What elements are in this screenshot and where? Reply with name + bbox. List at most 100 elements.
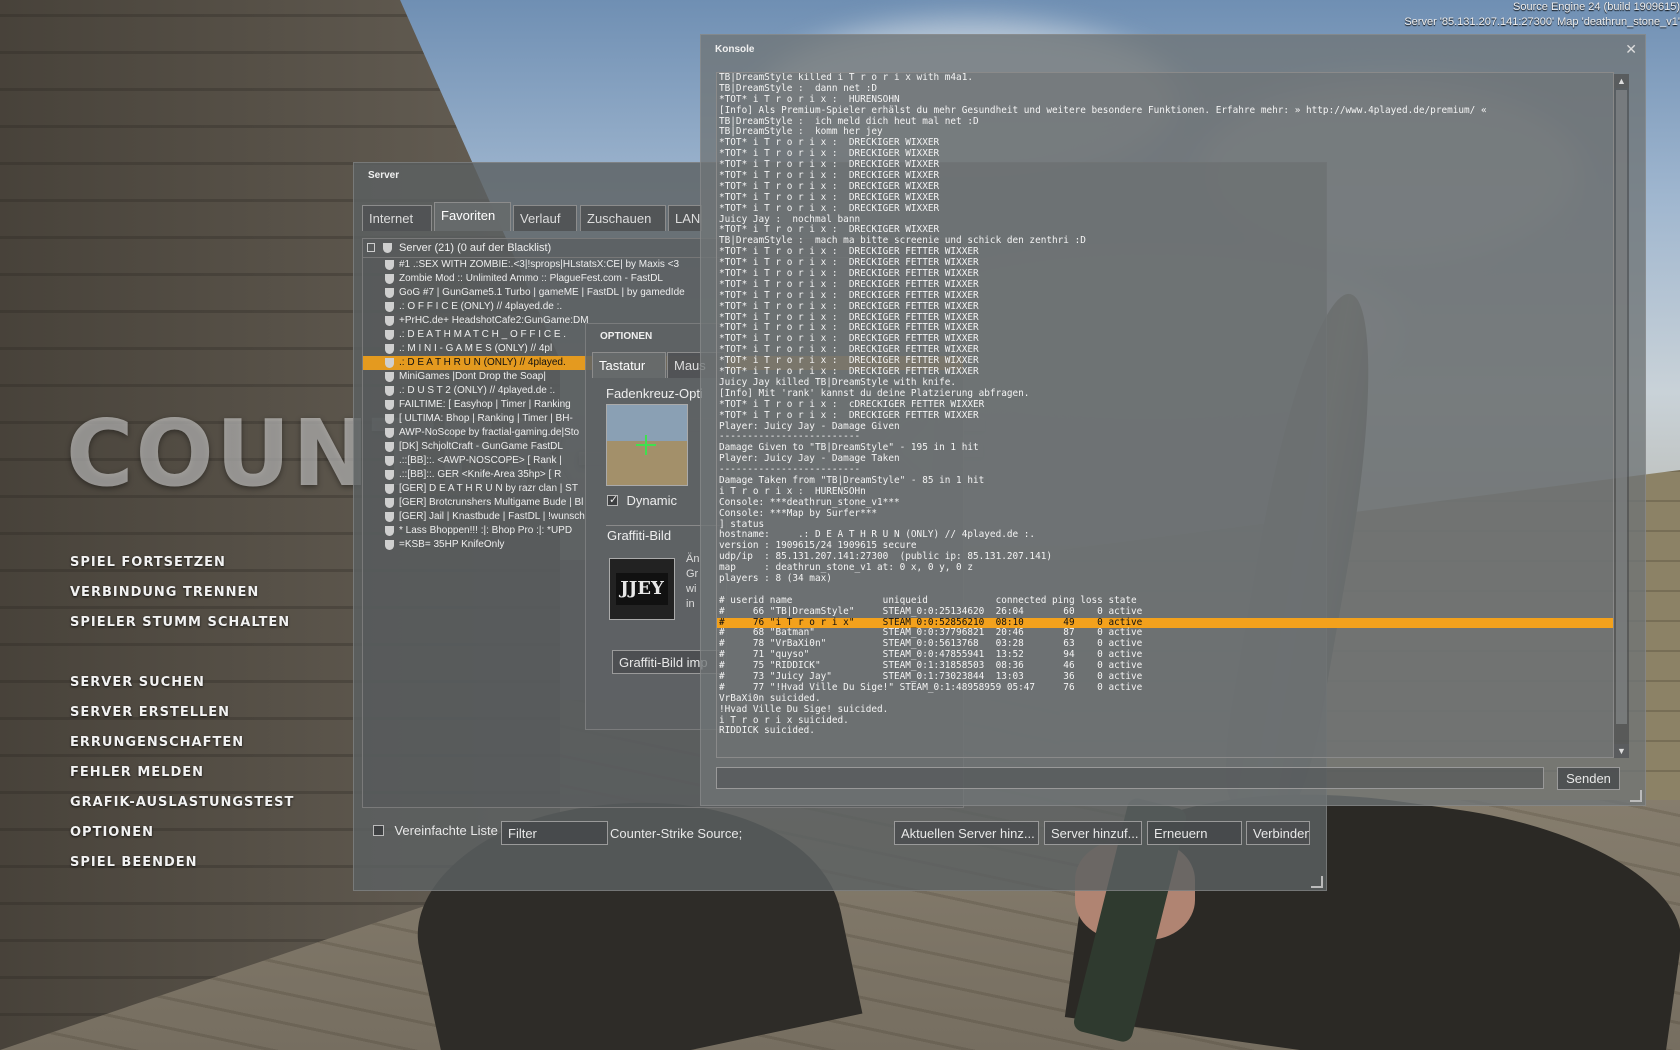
tab-favoriten[interactable]: Favoriten: [434, 202, 511, 231]
server-name: [GER] D E A T H R U N by razr clan | ST: [399, 483, 578, 494]
console-line: *TOT* i T r o r i x : DRECKIGER FETTER W…: [719, 300, 979, 312]
shield-icon: [385, 274, 394, 284]
console-line: # 77 "!Hvad Ville Du Sige!" STEAM_0:1:48…: [719, 681, 1143, 693]
simple-list-toggle[interactable]: Vereinfachte Liste: [373, 822, 498, 840]
menu-item-server-erstellen[interactable]: SERVER ERSTELLEN: [70, 698, 294, 728]
shield-icon: [385, 498, 394, 508]
menu-item-optionen[interactable]: OPTIONEN: [70, 818, 294, 848]
server-name: =KSB= 35HP KnifeOnly: [399, 539, 505, 550]
scroll-down-icon[interactable]: ▼: [1614, 744, 1629, 758]
console-line: Console: ***deathrun_stone_v1***: [719, 496, 900, 508]
engine-info: Source Engine 24 (build 1909615) Server …: [1404, 0, 1680, 30]
connect-button[interactable]: Verbinden: [1246, 821, 1310, 845]
shield-icon: [385, 386, 394, 396]
tab-lan[interactable]: LAN: [668, 205, 702, 231]
server-name: [GER] Jail | Knastbude | FastDL | !wunsc…: [399, 511, 585, 522]
console-line: *TOT* i T r o r i x : DRECKIGER WIXXER: [719, 202, 940, 214]
resize-grip-icon[interactable]: [1630, 790, 1642, 802]
menu-item-server-suchen[interactable]: SERVER SUCHEN: [70, 668, 294, 698]
tab-zuschauen[interactable]: Zuschauen: [580, 205, 666, 231]
scroll-up-icon[interactable]: ▲: [1614, 74, 1629, 88]
server-name: .: D E A T H M A T C H _ O F F I C E .: [399, 329, 567, 340]
shield-icon: [385, 414, 394, 424]
shield-icon: [385, 526, 394, 536]
engine-build: Source Engine 24 (build 1909615): [1513, 1, 1680, 13]
server-name: .: O F F I C E (ONLY) // 4played.de :.: [399, 301, 563, 312]
console-line: RIDDICK suicided.: [719, 725, 815, 737]
menu-item-grafik-auslastungstest[interactable]: GRAFIK-AUSLASTUNGSTEST: [70, 788, 294, 818]
simple-list-checkbox[interactable]: [373, 825, 384, 837]
refresh-button[interactable]: Erneuern: [1147, 821, 1242, 845]
graffiti-label: Graffiti-Bild: [607, 528, 672, 543]
server-name: .::[BB]::. <AWP-NOSCOPE> [ Rank |: [399, 455, 562, 466]
shield-icon: [385, 302, 394, 312]
dynamic-checkbox[interactable]: ✓: [607, 494, 618, 507]
menu-item-spiel-beenden[interactable]: SPIEL BEENDEN: [70, 848, 294, 878]
crosshair-preview: [606, 404, 688, 486]
server-name: [GER] Brotcrunshers Multigame Bude | Bl: [399, 497, 584, 508]
shield-icon: [385, 316, 394, 326]
shield-icon: [385, 400, 394, 410]
server-name: * Lass Bhoppen!!! :|: Bhop Pro :|: *UPD: [399, 525, 573, 536]
server-name: +PrHC.de+ HeadshotCafe2:GunGame:DM: [399, 315, 589, 326]
shield-icon: [385, 540, 394, 550]
add-current-server-button[interactable]: Aktuellen Server hinz...: [894, 821, 1039, 845]
shield-icon: [385, 442, 394, 452]
console-scrollbar[interactable]: ▲ ▼: [1613, 74, 1629, 758]
scroll-thumb[interactable]: [1616, 90, 1627, 724]
console-output[interactable]: TB|DreamStyle killed i T r o r i x with …: [716, 72, 1614, 758]
console-line: # 66 "TB|DreamStyle" STEAM_0:0:25134620 …: [719, 605, 1143, 617]
lock-icon: [367, 243, 375, 252]
shield-icon: [383, 243, 392, 253]
filter-status: Counter-Strike Source;: [610, 826, 743, 841]
simple-list-label: Vereinfachte Liste: [394, 823, 498, 839]
list-header-label: Server (21) (0 auf der Blacklist): [399, 242, 552, 254]
console-title: Konsole: [715, 44, 755, 55]
menu-item-errungenschaften[interactable]: ERRUNGENSCHAFTEN: [70, 728, 294, 758]
shield-icon: [385, 344, 394, 354]
console-line: map : deathrun_stone_v1 at: 0 x, 0 y, 0 …: [719, 562, 973, 574]
shield-icon: [385, 428, 394, 438]
send-button[interactable]: Senden: [1557, 767, 1620, 790]
menu-item-spieler-stumm-schalten[interactable]: SPIELER STUMM SCHALTEN: [70, 608, 294, 638]
server-name: FAILTIME: [ Easyhop | Timer | Ranking: [399, 399, 571, 410]
menu-item-verbindung-trennen[interactable]: VERBINDUNG TRENNEN: [70, 578, 294, 608]
main-menu: SPIEL FORTSETZEN VERBINDUNG TRENNEN SPIELE…: [70, 548, 294, 878]
graffiti-hint: Än Gr wi in: [686, 553, 700, 610]
tab-keyboard[interactable]: Tastatur: [592, 352, 666, 378]
server-map-info: Server '85.131.207.141:27300' Map 'death…: [1404, 16, 1680, 28]
tab-verlauf[interactable]: Verlauf: [513, 205, 577, 231]
console-line: players : 8 (34 max): [719, 572, 832, 584]
resize-grip-icon[interactable]: [1311, 876, 1323, 888]
graffiti-preview: JJEY: [609, 558, 675, 620]
menu-item-spiel-fortsetzen[interactable]: SPIEL FORTSETZEN: [70, 548, 294, 578]
console-input[interactable]: [716, 767, 1544, 789]
server-name: .::[BB]::. GER <Knife-Area 35hp> [ R: [399, 469, 562, 480]
shield-icon: [385, 512, 394, 522]
menu-item-fehler-melden[interactable]: FEHLER MELDEN: [70, 758, 294, 788]
shield-icon: [385, 470, 394, 480]
shield-icon: [385, 372, 394, 382]
shield-icon: [385, 260, 394, 270]
server-name: [DK] SchjoltCraft - GunGame FastDL: [399, 441, 563, 452]
server-name: GoG #7 | GunGame5.1 Turbo | gameME | Fas…: [399, 287, 685, 298]
close-icon[interactable]: ✕: [1625, 41, 1637, 58]
shield-icon: [385, 358, 394, 368]
shield-icon: [385, 484, 394, 494]
console-line: [Info] Als Premium-Spieler erhälst du me…: [719, 104, 1487, 116]
tab-internet[interactable]: Internet: [362, 205, 432, 231]
shield-icon: [385, 288, 394, 298]
console-line: i T r o r i x suicided.: [719, 714, 849, 726]
console-line: *TOT* i T r o r i x : DRECKIGER FETTER W…: [719, 409, 979, 421]
shield-icon: [385, 456, 394, 466]
server-name: [ ULTIMA: Bhop | Ranking | Timer | BH-: [399, 413, 573, 424]
dynamic-label: Dynamic: [626, 493, 678, 509]
server-name: AWP-NoScope by fractial-gaming.de|Sto: [399, 427, 580, 438]
console-line: # userid name uniqueid connected ping lo…: [719, 594, 1137, 606]
add-server-button[interactable]: Server hinzuf...: [1044, 821, 1142, 845]
filter-dropdown[interactable]: Filter: [501, 821, 608, 845]
server-name: .: D U S T 2 (ONLY) // 4played.de :.: [399, 385, 556, 396]
dynamic-crosshair-toggle[interactable]: ✓ Dynamic: [607, 492, 677, 510]
console-line: !Hvad Ville Du Sige! suicided.: [719, 703, 889, 715]
console-line: *TOT* i T r o r i x : cDRECKIGER FETTER …: [719, 398, 985, 410]
